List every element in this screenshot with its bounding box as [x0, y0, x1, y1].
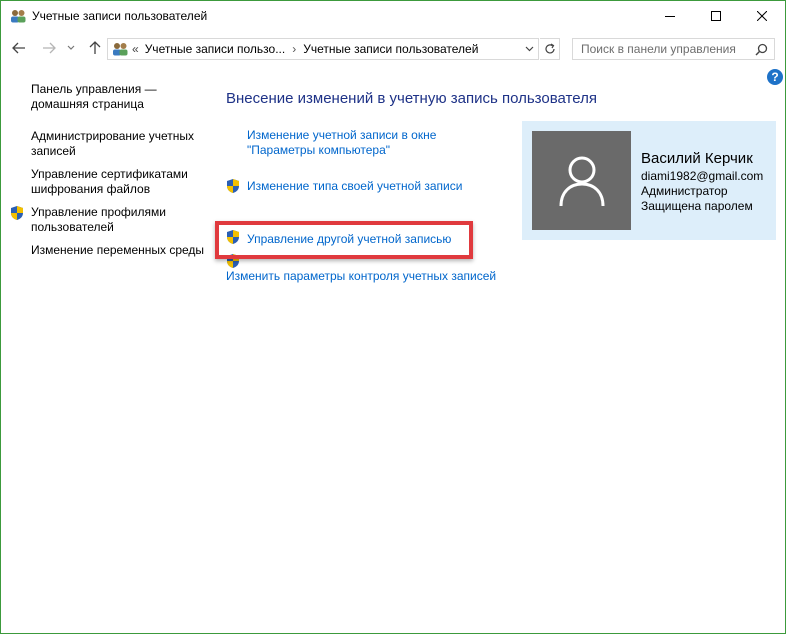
sidebar-item-encryption-certificates[interactable]: Управление сертификатами шифрования файл…: [31, 167, 206, 197]
minimize-icon: [665, 16, 675, 17]
minimize-button[interactable]: [647, 1, 693, 31]
address-bar[interactable]: « Учетные записи пользо... › Учетные зап…: [107, 38, 539, 60]
maximize-icon: [711, 11, 721, 21]
sidebar-item-environment-variables[interactable]: Изменение переменных среды: [31, 243, 206, 258]
arrow-right-icon: [43, 42, 56, 54]
link-change-account-in-settings[interactable]: Изменение учетной записи в окне "Парамет…: [247, 128, 436, 158]
close-icon: [757, 11, 767, 21]
recent-locations-button[interactable]: [64, 37, 78, 59]
users-icon: [11, 10, 26, 23]
avatar: [532, 131, 631, 230]
breadcrumb-item[interactable]: Учетные записи пользователей: [303, 42, 478, 56]
user-silhouette-icon: [559, 156, 604, 206]
sidebar-item-control-panel-home[interactable]: Панель управления — домашняя страница: [31, 82, 206, 112]
link-label: Изменение учетной записи в окне: [247, 128, 437, 142]
sidebar-item-user-profiles[interactable]: Управление профилями пользователей: [31, 205, 206, 235]
help-button[interactable]: ?: [767, 69, 783, 85]
forward-button[interactable]: [39, 37, 59, 59]
up-button[interactable]: [85, 37, 105, 59]
shield-icon: [11, 206, 23, 220]
window: Учетные записи пользователей « Учетные з…: [0, 0, 786, 634]
arrow-left-icon: [12, 42, 25, 54]
search-icon[interactable]: [755, 43, 768, 56]
user-name: Василий Керчик: [641, 150, 753, 167]
user-email: diami1982@gmail.com: [641, 169, 764, 183]
user-role: Администратор: [641, 184, 728, 198]
close-button[interactable]: [739, 1, 785, 31]
chevron-down-icon: [67, 45, 75, 50]
sidebar-item-manage-accounts[interactable]: Администрирование учетных записей: [31, 129, 206, 159]
user-card: Василий Керчик diami1982@gmail.com Админ…: [522, 121, 776, 240]
shield-icon: [227, 179, 239, 193]
navigation-bar: « Учетные записи пользо... › Учетные зап…: [1, 34, 785, 64]
link-label: "Параметры компьютера": [247, 143, 390, 157]
chevron-down-icon: [525, 46, 533, 52]
search-input[interactable]: Поиск в панели управления: [581, 42, 736, 56]
title-bar: Учетные записи пользователей: [1, 1, 785, 31]
breadcrumb-overflow[interactable]: «: [132, 42, 139, 56]
refresh-icon: [544, 43, 555, 54]
link-uac-settings[interactable]: Изменить параметры контроля учетных запи…: [226, 269, 496, 284]
address-dropdown-button[interactable]: [520, 39, 538, 59]
window-title: Учетные записи пользователей: [32, 9, 208, 23]
back-button[interactable]: [9, 37, 29, 59]
refresh-button[interactable]: [540, 38, 560, 60]
arrow-up-icon: [89, 41, 101, 54]
link-change-account-type[interactable]: Изменение типа своей учетной записи: [247, 179, 462, 194]
breadcrumb-separator[interactable]: ›: [292, 42, 296, 56]
breadcrumb-item[interactable]: Учетные записи пользо...: [145, 42, 286, 56]
users-icon: [113, 43, 128, 56]
page-title: Внесение изменений в учетную запись поль…: [226, 90, 597, 107]
maximize-button[interactable]: [693, 1, 739, 31]
highlight-frame: [215, 221, 473, 259]
search-box[interactable]: Поиск в панели управления: [572, 38, 775, 60]
breadcrumb: « Учетные записи пользо... › Учетные зап…: [132, 42, 478, 56]
user-password-status: Защищена паролем: [641, 199, 753, 213]
